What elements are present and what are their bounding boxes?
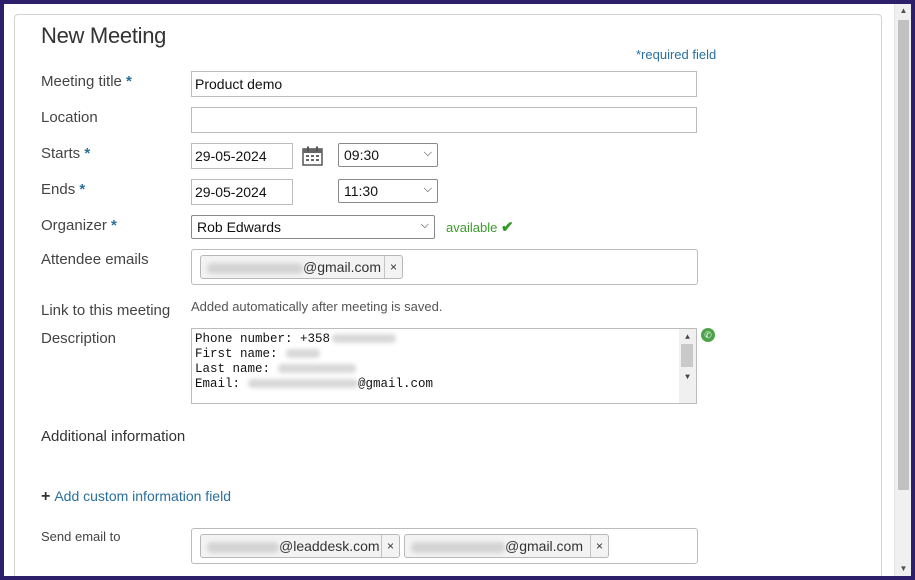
redacted-text xyxy=(248,379,359,389)
scroll-up-icon[interactable]: ▲ xyxy=(679,330,696,345)
meeting-title-label: Meeting title * xyxy=(41,73,132,90)
redacted-text xyxy=(285,349,320,359)
redacted-text xyxy=(207,541,279,553)
organizer-select[interactable]: Rob Edwards ⌵ xyxy=(191,215,435,239)
meeting-title-value: Product demo xyxy=(195,76,283,92)
app-frame: New Meeting *required field Meeting titl… xyxy=(4,4,911,576)
attendee-email-tag: @gmail.com × xyxy=(200,255,403,279)
required-star: * xyxy=(126,73,132,90)
end-time-value: 11:30 xyxy=(344,183,378,199)
phone-icon[interactable]: ✆ xyxy=(701,328,715,342)
attendee-emails-field[interactable]: @gmail.com × xyxy=(191,249,698,285)
textarea-scrollbar[interactable]: ▲ ▼ xyxy=(679,329,696,403)
start-time-value: 09:30 xyxy=(344,147,380,163)
scroll-thumb[interactable] xyxy=(681,344,693,367)
description-line: First name: xyxy=(195,347,693,362)
additional-info-heading: Additional information xyxy=(41,428,186,445)
attendee-emails-label: Attendee emails xyxy=(41,251,149,268)
organizer-label-text: Organizer xyxy=(41,217,107,234)
meeting-title-label-text: Meeting title xyxy=(41,73,122,90)
description-line: Email: @gmail.com xyxy=(195,377,693,392)
link-auto-text: Added automatically after meeting is sav… xyxy=(191,299,443,314)
scroll-down-icon[interactable]: ▼ xyxy=(679,370,696,385)
availability-status: available ✔ xyxy=(446,218,514,236)
end-time-select[interactable]: 11:30 ⌵ xyxy=(338,179,438,203)
required-star: * xyxy=(84,145,91,162)
location-label: Location xyxy=(41,109,98,126)
meeting-title-input[interactable]: Product demo xyxy=(191,71,697,97)
chevron-down-icon: ⌵ xyxy=(423,147,432,159)
ends-label: Ends * xyxy=(41,181,85,198)
first-name-label: First name: xyxy=(195,347,278,361)
page-title: New Meeting xyxy=(41,23,167,48)
remove-tag-button[interactable]: × xyxy=(381,535,399,557)
phone-label: Phone number: +358 xyxy=(195,332,331,346)
page-scrollbar[interactable]: ▲ ▼ xyxy=(894,4,911,576)
redacted-text xyxy=(278,364,357,374)
send-email-to-label: Send email to xyxy=(41,529,121,544)
starts-label: Starts * xyxy=(41,145,90,162)
redacted-text xyxy=(332,334,397,344)
start-date-input[interactable]: 29-05-2024 xyxy=(191,143,293,169)
ends-label-text: Ends xyxy=(41,181,76,198)
redacted-text xyxy=(411,541,505,553)
last-name-label: Last name: xyxy=(195,362,271,376)
organizer-label: Organizer * xyxy=(41,217,117,234)
send-email-domain: @leaddesk.com xyxy=(279,538,380,554)
organizer-value: Rob Edwards xyxy=(197,219,282,235)
remove-tag-button[interactable]: × xyxy=(384,256,402,278)
redacted-text xyxy=(207,262,303,274)
add-custom-field-text: Add custom information field xyxy=(54,488,231,504)
scroll-down-icon[interactable]: ▼ xyxy=(895,562,911,576)
email-domain: @gmail.com xyxy=(358,377,434,391)
attendee-email-domain: @gmail.com xyxy=(303,259,382,275)
chevron-down-icon: ⌵ xyxy=(423,183,432,195)
required-star: * xyxy=(111,217,117,234)
required-star: * xyxy=(79,181,86,198)
send-email-to-field[interactable]: @leaddesk.com × @gmail.com × xyxy=(191,528,698,564)
description-line: Last name: xyxy=(195,362,693,377)
description-label: Description xyxy=(41,330,117,347)
calendar-icon[interactable] xyxy=(302,146,323,166)
remove-tag-button[interactable]: × xyxy=(590,535,608,557)
send-email-tag: @leaddesk.com × xyxy=(200,534,400,558)
scroll-up-icon[interactable]: ▲ xyxy=(895,4,911,18)
end-date-value: 29-05-2024 xyxy=(195,184,267,200)
send-email-tag: @gmail.com × xyxy=(404,534,609,558)
plus-icon: + xyxy=(41,488,51,505)
availability-text: available xyxy=(446,220,498,235)
starts-label-text: Starts xyxy=(41,145,81,162)
chevron-down-icon: ⌵ xyxy=(420,219,429,231)
send-email-domain: @gmail.com xyxy=(505,538,584,554)
start-time-select[interactable]: 09:30 ⌵ xyxy=(338,143,438,167)
required-field-note: *required field xyxy=(636,47,717,62)
add-custom-field-link[interactable]: + Add custom information field xyxy=(41,488,231,506)
scroll-thumb[interactable] xyxy=(898,20,909,490)
end-date-input[interactable]: 29-05-2024 xyxy=(191,179,293,205)
check-icon: ✔ xyxy=(500,219,514,236)
location-input[interactable] xyxy=(191,107,697,133)
start-date-value: 29-05-2024 xyxy=(195,148,267,164)
description-textarea[interactable]: Phone number: +358 First name: Last name… xyxy=(191,328,697,404)
description-line: Phone number: +358 xyxy=(195,332,693,347)
link-label: Link to this meeting xyxy=(41,302,171,319)
email-label: Email: xyxy=(195,377,241,391)
